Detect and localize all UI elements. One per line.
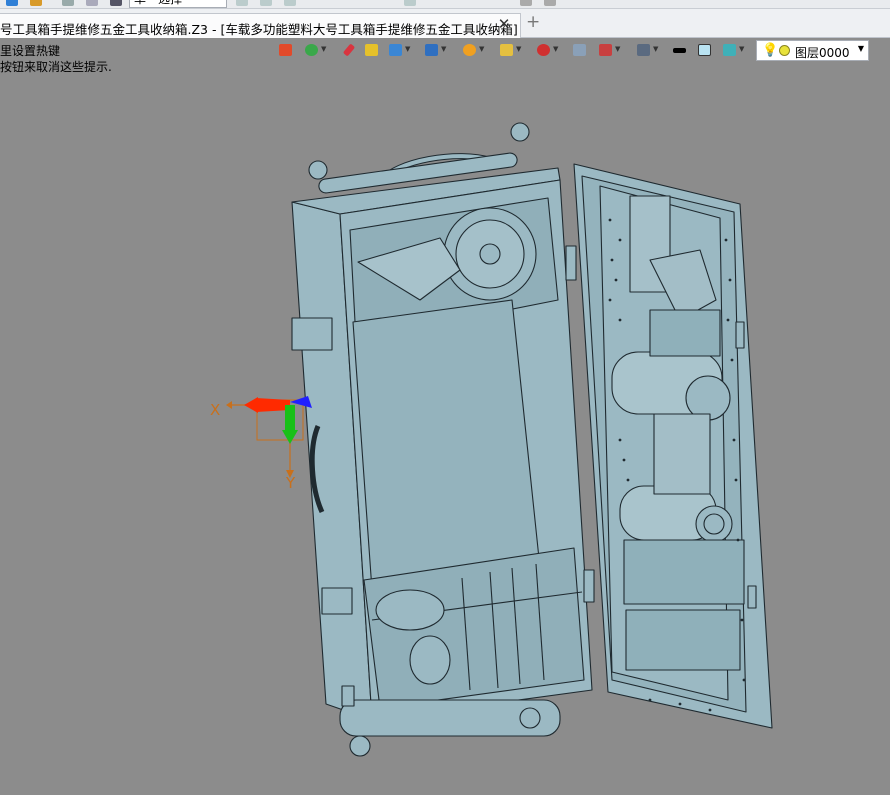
coordinate-triad: X Y: [210, 396, 312, 492]
add-tab-icon[interactable]: +: [526, 14, 540, 31]
toolbox-main-case: [291, 122, 595, 757]
lightbulb-icon[interactable]: 💡: [762, 43, 778, 58]
top-toolbar: 单一选择: [0, 0, 890, 9]
select-mode-combo[interactable]: 单一选择: [129, 0, 227, 8]
tab-bar: 号工具箱手提维修五金工具收纳箱.Z3 - [车载多功能塑料大号工具箱手提维修五金…: [0, 9, 890, 38]
panel-icon[interactable]: [572, 42, 588, 58]
pen-icon[interactable]: [340, 42, 356, 58]
triad-icon[interactable]: ▼: [536, 42, 558, 58]
x-axis-label: X: [210, 401, 220, 419]
move-icon[interactable]: [260, 0, 272, 6]
zoom-fit-icon[interactable]: ▼: [499, 42, 521, 58]
x-axis-arrow: [256, 398, 290, 412]
y-axis-arrow: [285, 405, 295, 431]
frame-icon[interactable]: ▼: [598, 42, 620, 58]
settings-icon[interactable]: [520, 0, 532, 6]
shaded-box-icon[interactable]: [364, 42, 380, 58]
layer-combo[interactable]: 💡 图层0000 ▼: [756, 40, 869, 61]
monitor-icon[interactable]: ▼: [636, 42, 658, 58]
cube-view-icon[interactable]: ▼: [388, 42, 410, 58]
pin-icon[interactable]: [86, 0, 98, 6]
layer-stack-icon[interactable]: ▼: [722, 42, 744, 58]
layer-color-icon: [779, 45, 790, 56]
y-axis-label: Y: [285, 474, 296, 492]
view-orient-icon[interactable]: [278, 42, 294, 58]
gear-icon[interactable]: [544, 0, 556, 6]
hint-line-1: 里设置热键: [0, 44, 61, 58]
chevron-down-icon[interactable]: ▼: [858, 44, 864, 53]
section-icon[interactable]: ▼: [462, 42, 484, 58]
render-mode-icon[interactable]: ▼: [304, 42, 326, 58]
document-tab[interactable]: 号工具箱手提维修五金工具收纳箱.Z3 - [车载多功能塑料大号工具箱手提维修五金…: [0, 13, 521, 38]
folder-icon[interactable]: [30, 0, 42, 6]
app-icon[interactable]: [6, 0, 18, 6]
cube-blue-icon[interactable]: ▼: [424, 42, 446, 58]
fill-color-icon[interactable]: [697, 42, 713, 58]
layer-name: 图层0000: [795, 46, 850, 60]
rotate-icon[interactable]: [284, 0, 296, 6]
undo-icon[interactable]: [62, 0, 74, 6]
snap-icon[interactable]: [404, 0, 416, 6]
color-swatch-icon[interactable]: [672, 42, 688, 58]
3d-viewport[interactable]: X Y: [0, 68, 890, 795]
toolbox-lid: [573, 163, 773, 729]
pick-icon[interactable]: [236, 0, 248, 6]
tab-title: 号工具箱手提维修五金工具收纳箱.Z3 - [车载多功能塑料大号工具箱手提维修五金…: [0, 22, 518, 37]
close-icon[interactable]: ✕: [496, 16, 512, 32]
filter-icon[interactable]: [110, 0, 122, 6]
